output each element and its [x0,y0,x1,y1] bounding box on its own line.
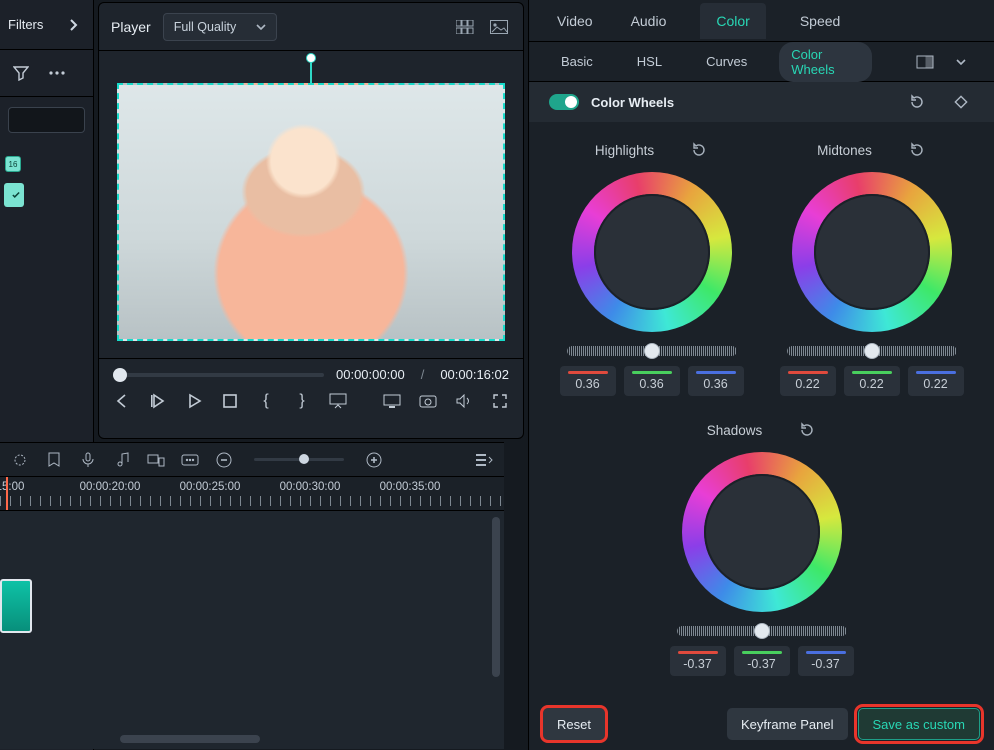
highlights-reset-icon[interactable] [690,141,708,159]
highlights-slider[interactable] [562,346,742,356]
quality-select[interactable]: Full Quality [163,13,278,41]
midtones-b[interactable]: 0.22 [908,366,964,396]
midtones-r[interactable]: 0.22 [780,366,836,396]
shadows-wheel[interactable] [682,452,842,612]
camera-icon[interactable] [419,392,437,410]
midtones-reset-icon[interactable] [908,141,926,159]
timecode-current: 00:00:00:00 [336,367,405,382]
reset-button[interactable]: Reset [543,708,605,740]
midtones-wheel[interactable] [792,172,952,332]
tl-scroll-h[interactable] [120,735,260,743]
tl-zoom-slider[interactable] [254,458,344,461]
player-panel: Player Full Quality [98,2,524,439]
highlights-g[interactable]: 0.36 [624,366,680,396]
more-icon[interactable] [44,60,70,86]
section-reset-icon[interactable] [904,89,930,115]
tl-zoomin-icon[interactable] [364,450,384,470]
tab-video[interactable]: Video [553,3,597,39]
tl-caption-icon[interactable] [180,450,200,470]
timeline-tracks[interactable] [0,511,504,749]
compare-icon[interactable] [912,49,938,75]
applied-effect-card[interactable] [4,183,24,207]
subtab-colorwheels[interactable]: Color Wheels [779,42,872,82]
tl-marker-icon[interactable] [44,450,64,470]
highlights-b[interactable]: 0.36 [688,366,744,396]
shadows-label: Shadows [707,423,763,438]
keyframe-diamond-icon[interactable] [948,89,974,115]
subtab-hsl[interactable]: HSL [625,49,674,74]
seek-slider[interactable] [113,373,324,377]
tl-music-icon[interactable] [112,450,132,470]
filter-icon[interactable] [8,60,34,86]
timecode-duration: 00:00:16:02 [440,367,509,382]
effect-chip[interactable]: 16 [6,157,20,171]
filters-title: Filters [8,17,43,32]
volume-icon[interactable] [455,392,473,410]
highlights-wheel[interactable] [572,172,732,332]
shadows-slider[interactable] [672,626,852,636]
highlights-label: Highlights [595,143,654,158]
aux-menu-icon[interactable] [948,49,974,75]
midtones-label: Midtones [817,143,872,158]
picture-icon[interactable] [487,15,511,39]
fullscreen-icon[interactable] [491,392,509,410]
grid-view-icon[interactable] [453,15,477,39]
section-title: Color Wheels [591,95,674,110]
keyframe-panel-button[interactable]: Keyframe Panel [727,708,848,740]
timeline-ruler[interactable]: 15:00 00:00:20:00 00:00:25:00 00:00:30:0… [0,477,504,511]
play-icon[interactable] [149,392,167,410]
rotate-handle[interactable] [306,53,316,63]
midtones-g[interactable]: 0.22 [844,366,900,396]
play-simple-icon[interactable] [185,392,203,410]
highlights-r[interactable]: 0.36 [560,366,616,396]
tl-settings-icon[interactable] [10,450,30,470]
tab-speed[interactable]: Speed [796,3,844,39]
tl-zoomout-icon[interactable] [214,450,234,470]
timeline-panel: 15:00 00:00:20:00 00:00:25:00 00:00:30:0… [0,442,504,749]
filter-list-empty [8,107,85,133]
shadows-r[interactable]: -0.37 [670,646,726,676]
subtab-curves[interactable]: Curves [694,49,759,74]
subtab-basic[interactable]: Basic [549,49,605,74]
shadows-g[interactable]: -0.37 [734,646,790,676]
tl-devices-icon[interactable] [146,450,166,470]
tab-color[interactable]: Color [700,3,765,39]
expand-icon[interactable] [63,14,85,36]
mark-out-icon[interactable]: } [293,392,311,410]
tl-trackmenu-icon[interactable] [474,450,494,470]
tl-scroll-v[interactable] [492,517,500,677]
midtones-slider[interactable] [782,346,962,356]
shadows-b[interactable]: -0.37 [798,646,854,676]
screen-icon[interactable] [383,392,401,410]
timeline-clip[interactable] [0,579,32,633]
player-title: Player [111,19,151,35]
mark-in-icon[interactable]: { [257,392,275,410]
stop-icon[interactable] [221,392,239,410]
save-as-custom-button[interactable]: Save as custom [858,708,981,740]
prev-frame-icon[interactable] [113,392,131,410]
tab-audio[interactable]: Audio [627,3,671,39]
shadows-reset-icon[interactable] [798,421,816,439]
export-menu-icon[interactable] [329,392,347,410]
preview-canvas[interactable] [117,83,505,341]
colorwheels-toggle[interactable] [549,94,579,110]
playhead[interactable] [6,477,8,510]
tl-mic-icon[interactable] [78,450,98,470]
